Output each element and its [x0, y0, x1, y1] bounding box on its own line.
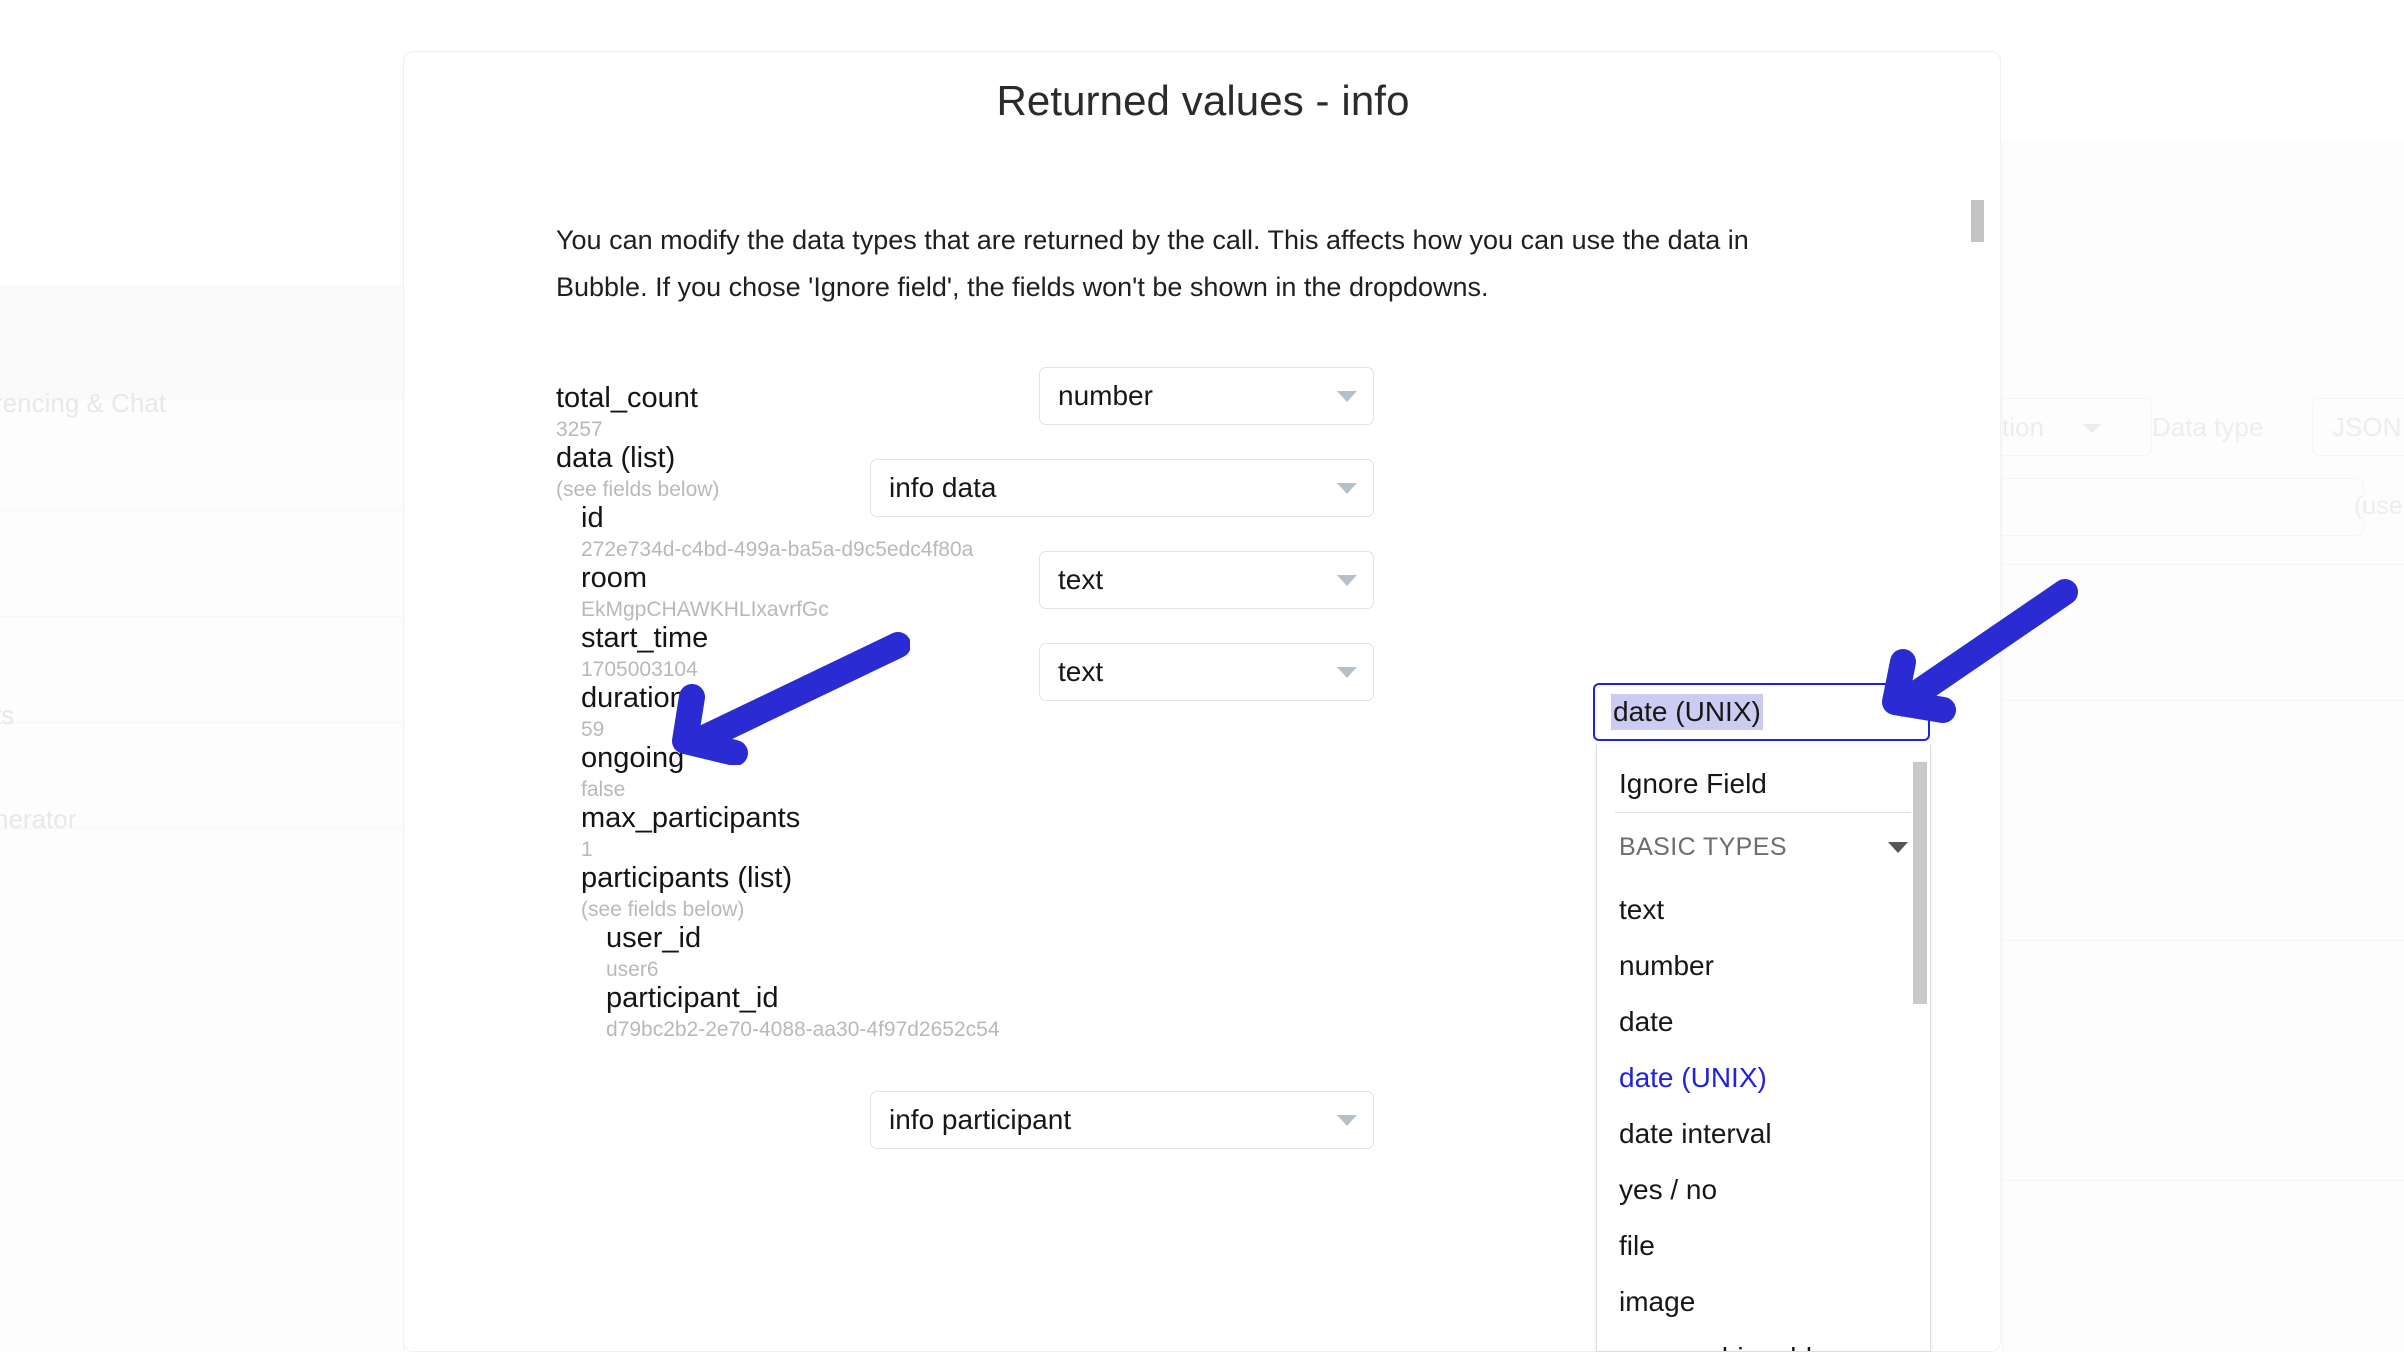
background-right-item-0: tion	[2002, 412, 2044, 443]
dropdown-option-file[interactable]: file	[1597, 1218, 1931, 1274]
chevron-down-icon	[2083, 424, 2101, 433]
dropdown-item-ignore-field[interactable]: Ignore Field	[1597, 756, 1931, 812]
dropdown-option-yes-no[interactable]: yes / no	[1597, 1162, 1931, 1218]
background-right-edge	[2002, 140, 2003, 1352]
select-value: text	[1058, 564, 1103, 596]
type-select-start-time[interactable]: date (UNIX)	[1593, 683, 1930, 741]
select-value: info data	[889, 472, 996, 504]
background-left-divider	[0, 286, 404, 287]
chevron-down-icon	[1337, 1115, 1357, 1126]
chevron-down-icon	[1337, 667, 1357, 678]
background-right-divider	[2002, 700, 2404, 701]
data-type-dropdown-menu[interactable]: Ignore Field BASIC TYPES text number dat…	[1596, 744, 1931, 1352]
background-right-divider	[2002, 1180, 2404, 1181]
field-label: start_time	[581, 621, 708, 655]
field-value: 1	[581, 837, 593, 863]
select-value: info participant	[889, 1104, 1071, 1136]
field-label: participant_id	[606, 981, 779, 1015]
field-value: 272e734d-c4bd-499a-ba5a-d9c5edc4f80a	[581, 537, 973, 563]
field-value: false	[581, 777, 625, 803]
dropdown-separator	[1615, 812, 1911, 813]
dropdown-option-date-interval[interactable]: date interval	[1597, 1106, 1931, 1162]
background-left-divider	[0, 510, 404, 511]
dropdown-option-date-unix[interactable]: date (UNIX)	[1597, 1050, 1931, 1106]
field-value: 59	[581, 717, 604, 743]
field-label: ongoing	[581, 741, 684, 775]
dropdown-option-geographic-address[interactable]: geographic address	[1597, 1330, 1931, 1352]
background-right-divider	[2002, 564, 2404, 565]
dropdown-option-number[interactable]: number	[1597, 938, 1931, 994]
type-select-data-list[interactable]: info data	[870, 459, 1374, 517]
dropdown-option-date[interactable]: date	[1597, 994, 1931, 1050]
field-label: max_participants	[581, 801, 800, 835]
field-label: room	[581, 561, 647, 595]
field-value: (see fields below)	[581, 897, 744, 923]
select-value: text	[1058, 656, 1103, 688]
chevron-down-icon	[1892, 707, 1912, 718]
type-select-total-count[interactable]: number	[1039, 367, 1374, 425]
screen: rencing & Chat ts nerator tion Data type…	[0, 0, 2404, 1352]
field-label: id	[581, 501, 604, 535]
chevron-down-icon	[1337, 483, 1357, 494]
field-label: duration	[581, 681, 686, 715]
field-value: (see fields below)	[556, 477, 719, 503]
modal-scrollbar-track[interactable]	[1979, 148, 1992, 1344]
background-right-item-3: (use	[2354, 492, 2403, 521]
background-right-item-2: JSON	[2332, 412, 2401, 443]
background-left-item-2: nerator	[0, 804, 76, 835]
dropdown-option-text[interactable]: text	[1597, 882, 1931, 938]
background-left-item-1: ts	[0, 700, 14, 731]
background-left-divider	[0, 616, 404, 617]
chevron-down-icon	[1888, 842, 1908, 853]
background-left-divider	[0, 722, 404, 723]
background-left-item-0: rencing & Chat	[0, 388, 166, 419]
chevron-down-icon	[1337, 391, 1357, 402]
select-value-selected: date (UNIX)	[1611, 694, 1763, 730]
field-value: 3257	[556, 417, 603, 443]
dropdown-scrollbar-thumb[interactable]	[1913, 762, 1927, 1004]
type-select-room[interactable]: text	[1039, 643, 1374, 701]
type-select-participants-list[interactable]: info participant	[870, 1091, 1374, 1149]
type-select-id[interactable]: text	[1039, 551, 1374, 609]
field-label: participants (list)	[581, 861, 792, 895]
modal-description: You can modify the data types that are r…	[556, 217, 1846, 311]
field-label: data (list)	[556, 441, 675, 475]
dropdown-group-basic-types[interactable]: BASIC TYPES	[1597, 822, 1931, 872]
field-value: EkMgpCHAWKHLIxavrfGc	[581, 597, 829, 623]
background-left-highlight-row	[0, 286, 404, 398]
field-value: 1705003104	[581, 657, 698, 683]
dropdown-group-label: BASIC TYPES	[1619, 833, 1787, 862]
page-title: Returned values - info	[404, 77, 2001, 125]
background-right-divider	[2002, 940, 2404, 941]
field-value: d79bc2b2-2e70-4088-aa30-4f97d2652c54	[606, 1017, 1000, 1043]
field-label: total_count	[556, 381, 698, 415]
chevron-down-icon	[1337, 575, 1357, 586]
dropdown-option-image[interactable]: image	[1597, 1274, 1931, 1330]
background-right-item-1: Data type	[2152, 412, 2263, 443]
field-value: user6	[606, 957, 659, 983]
background-input-box	[1988, 478, 2364, 536]
field-label: user_id	[606, 921, 701, 955]
modal-scrollbar-thumb[interactable]	[1971, 200, 1984, 242]
background-right-panel	[2002, 140, 2404, 1352]
select-value: number	[1058, 380, 1153, 412]
